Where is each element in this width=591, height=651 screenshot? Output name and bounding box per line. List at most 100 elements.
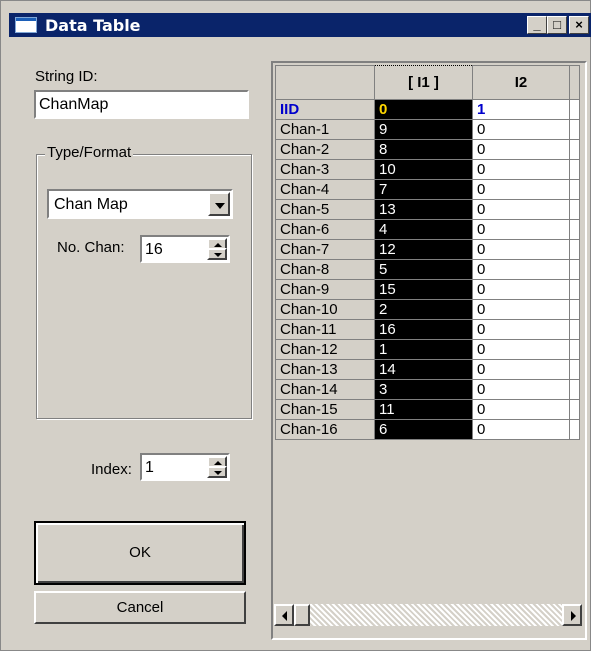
row-header[interactable]: IID xyxy=(275,99,375,120)
table-cell[interactable] xyxy=(569,199,580,220)
table-cell[interactable]: 11 xyxy=(374,399,473,420)
table-cell[interactable]: 0 xyxy=(374,99,473,120)
table-row: Chan-16 6 0 xyxy=(275,419,580,440)
row-header[interactable]: Chan-16 xyxy=(275,419,375,440)
row-header[interactable]: Chan-11 xyxy=(275,319,375,340)
row-header[interactable]: Chan-2 xyxy=(275,139,375,160)
scroll-right-icon[interactable] xyxy=(562,604,582,626)
table-cell[interactable] xyxy=(569,119,580,140)
table-cell[interactable]: 0 xyxy=(472,159,570,180)
table-cell[interactable] xyxy=(569,319,580,340)
table-cell[interactable] xyxy=(569,99,580,120)
row-header[interactable]: Chan-15 xyxy=(275,399,375,420)
table-cell[interactable] xyxy=(569,359,580,380)
row-header[interactable]: Chan-8 xyxy=(275,259,375,280)
row-header[interactable]: Chan-14 xyxy=(275,379,375,400)
table-cell[interactable]: 0 xyxy=(472,279,570,300)
table-cell[interactable]: 0 xyxy=(472,119,570,140)
table-cell[interactable] xyxy=(569,339,580,360)
table-cell[interactable]: 2 xyxy=(374,299,473,320)
table-row: Chan-13 14 0 xyxy=(275,359,580,380)
table-cell[interactable] xyxy=(569,159,580,180)
row-header[interactable]: Chan-7 xyxy=(275,239,375,260)
row-header[interactable]: Chan-12 xyxy=(275,339,375,360)
chevron-down-icon[interactable] xyxy=(208,192,230,216)
table-cell[interactable] xyxy=(569,419,580,440)
table-row: Chan-10 2 0 xyxy=(275,299,580,320)
column-header-i3[interactable] xyxy=(569,65,580,100)
table-cell[interactable]: 0 xyxy=(472,259,570,280)
table-cell[interactable]: 12 xyxy=(374,239,473,260)
table-cell[interactable]: 9 xyxy=(374,119,473,140)
table-cell[interactable]: 6 xyxy=(374,419,473,440)
row-header[interactable]: Chan-3 xyxy=(275,159,375,180)
row-header[interactable]: Chan-4 xyxy=(275,179,375,200)
table-cell[interactable]: 3 xyxy=(374,379,473,400)
ok-button[interactable]: OK xyxy=(34,521,246,585)
spin-down-icon[interactable] xyxy=(207,466,227,478)
table-cell[interactable] xyxy=(569,399,580,420)
table-cell[interactable]: 4 xyxy=(374,219,473,240)
row-header[interactable]: Chan-9 xyxy=(275,279,375,300)
table-cell[interactable]: 0 xyxy=(472,139,570,160)
cancel-button[interactable]: Cancel xyxy=(34,591,246,624)
table-cell[interactable] xyxy=(569,299,580,320)
table-cell[interactable]: 0 xyxy=(472,199,570,220)
table-cell[interactable]: 16 xyxy=(374,319,473,340)
iid-row: IID 0 1 xyxy=(275,99,580,120)
corner-header[interactable] xyxy=(275,65,375,100)
type-format-value: Chan Map xyxy=(54,196,128,213)
table-cell[interactable]: 10 xyxy=(374,159,473,180)
maximize-button[interactable]: □ xyxy=(547,16,567,34)
row-header[interactable]: Chan-5 xyxy=(275,199,375,220)
table-cell[interactable]: 8 xyxy=(374,139,473,160)
horizontal-scrollbar[interactable] xyxy=(274,604,582,626)
close-button[interactable]: × xyxy=(569,16,589,34)
table-cell[interactable] xyxy=(569,239,580,260)
no-chan-value: 16 xyxy=(145,241,163,258)
table-cell[interactable]: 7 xyxy=(374,179,473,200)
table-row: Chan-7 12 0 xyxy=(275,239,580,260)
scrollbar-track[interactable] xyxy=(294,604,562,626)
scroll-left-icon[interactable] xyxy=(274,604,294,626)
table-cell[interactable]: 0 xyxy=(472,219,570,240)
scrollbar-thumb[interactable] xyxy=(294,604,310,626)
data-table: [ I1 ] I2 IID 0 1 Chan-1 9 0 Chan-2 8 0 Chan-3… xyxy=(275,65,580,440)
table-cell[interactable]: 0 xyxy=(472,239,570,260)
table-cell[interactable]: 15 xyxy=(374,279,473,300)
row-header[interactable]: Chan-10 xyxy=(275,299,375,320)
type-format-label: Type/Format xyxy=(45,144,134,161)
table-cell[interactable]: 0 xyxy=(472,419,570,440)
string-id-input[interactable]: ChanMap xyxy=(34,90,249,119)
table-cell[interactable]: 1 xyxy=(472,99,570,120)
table-cell[interactable]: 0 xyxy=(472,299,570,320)
table-cell[interactable] xyxy=(569,379,580,400)
table-cell[interactable]: 0 xyxy=(472,179,570,200)
row-header[interactable]: Chan-1 xyxy=(275,119,375,140)
table-cell[interactable]: 0 xyxy=(472,339,570,360)
row-header[interactable]: Chan-13 xyxy=(275,359,375,380)
minimize-button[interactable]: _ xyxy=(527,16,547,34)
table-cell[interactable] xyxy=(569,139,580,160)
no-chan-stepper[interactable]: 16 xyxy=(140,235,230,263)
spin-down-icon[interactable] xyxy=(207,248,227,260)
table-cell[interactable]: 0 xyxy=(472,379,570,400)
table-cell[interactable]: 13 xyxy=(374,199,473,220)
table-cell[interactable]: 14 xyxy=(374,359,473,380)
table-cell[interactable] xyxy=(569,279,580,300)
row-header[interactable]: Chan-6 xyxy=(275,219,375,240)
table-cell[interactable]: 0 xyxy=(472,399,570,420)
table-cell[interactable]: 1 xyxy=(374,339,473,360)
data-grid[interactable]: [ I1 ] I2 IID 0 1 Chan-1 9 0 Chan-2 8 0 Chan-3… xyxy=(271,61,587,640)
table-cell[interactable] xyxy=(569,259,580,280)
table-cell[interactable]: 5 xyxy=(374,259,473,280)
column-header-i2[interactable]: I2 xyxy=(472,65,570,100)
table-cell[interactable] xyxy=(569,179,580,200)
table-cell[interactable]: 0 xyxy=(472,319,570,340)
index-stepper[interactable]: 1 xyxy=(140,453,230,481)
column-header-i1[interactable]: [ I1 ] xyxy=(374,65,473,100)
table-cell[interactable] xyxy=(569,219,580,240)
type-format-select[interactable]: Chan Map xyxy=(47,189,233,219)
title-bar[interactable]: Data Table _ □ × xyxy=(9,13,591,37)
table-cell[interactable]: 0 xyxy=(472,359,570,380)
